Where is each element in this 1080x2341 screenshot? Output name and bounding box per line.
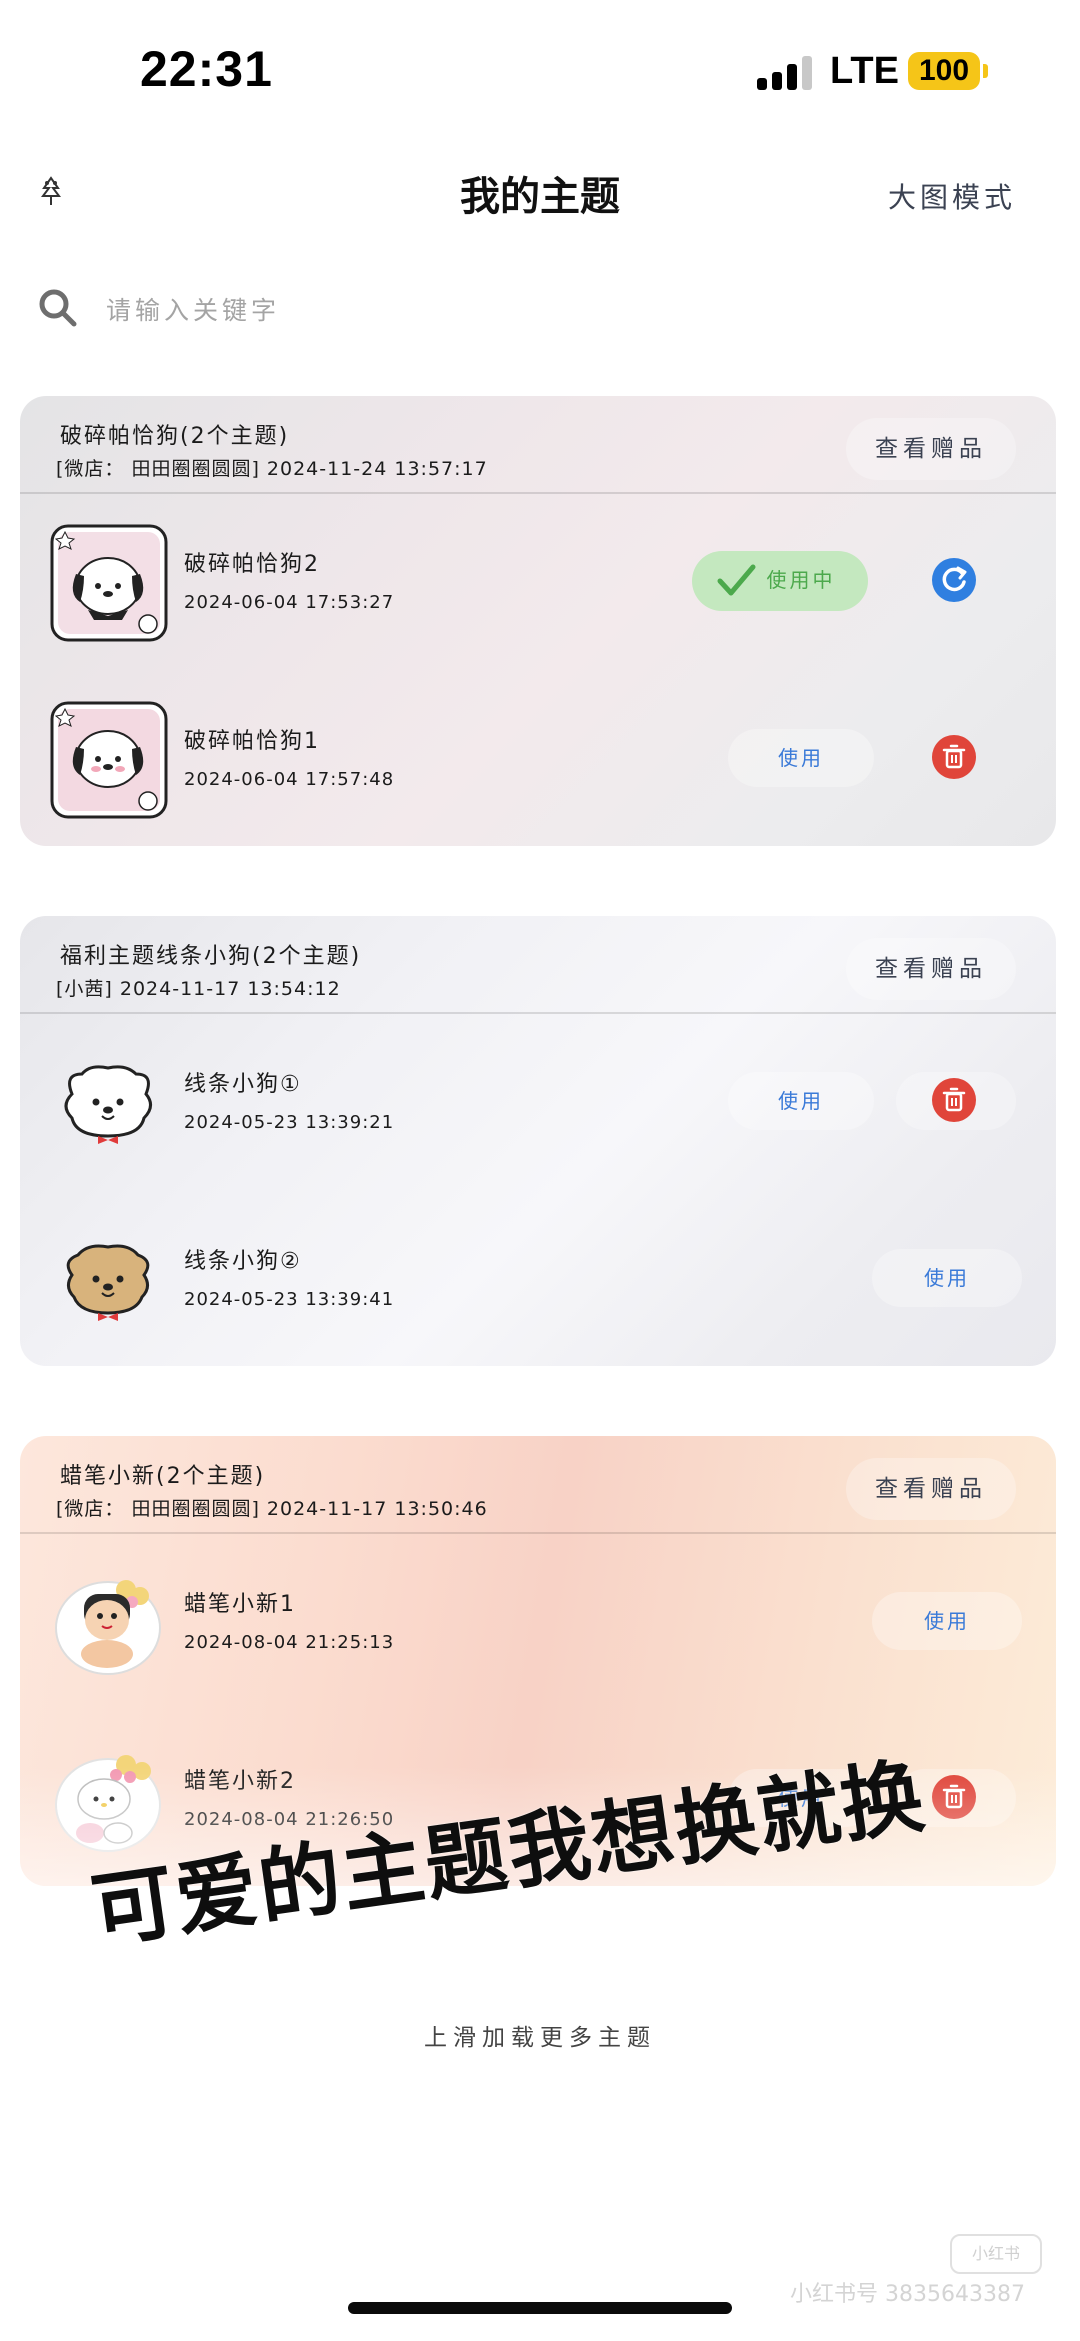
nav-bar: 我的主题 大图模式 xyxy=(0,140,1080,250)
check-icon xyxy=(716,561,756,601)
search-input[interactable] xyxy=(106,288,706,332)
use-button[interactable]: 使用 xyxy=(872,1592,1022,1650)
theme-date: 2024-05-23 13:39:21 xyxy=(184,1112,395,1133)
theme-title: 线条小狗② xyxy=(184,1249,302,1274)
search-bar xyxy=(36,280,1044,340)
trash-icon[interactable] xyxy=(932,1078,976,1122)
status-bar: 22:31 LTE 100 xyxy=(0,0,1080,140)
in-use-label: 使用中 xyxy=(766,568,836,592)
large-image-mode-button[interactable]: 大图模式 xyxy=(888,176,1016,216)
status-time: 22:31 xyxy=(140,41,273,97)
group-name: 破碎帕恰狗(2个主题) xyxy=(60,424,290,449)
theme-title: 破碎帕恰狗2 xyxy=(184,552,320,577)
theme-date: 2024-06-04 17:53:27 xyxy=(184,592,395,613)
group-meta: [微店： 田田圈圈圆圆] 2024-11-17 13:50:46 xyxy=(56,1498,488,1520)
in-use-button[interactable]: 使用中 xyxy=(692,551,868,611)
theme-date: 2024-06-04 17:57:48 xyxy=(184,769,395,790)
group-header: 蜡笔小新(2个主题) [微店： 田田圈圈圆圆] 2024-11-17 13:50… xyxy=(20,1436,1056,1534)
signal-icon xyxy=(757,56,813,90)
trash-icon[interactable] xyxy=(932,735,976,779)
theme-row: 蜡笔小新1 2024-08-04 21:25:13 使用 xyxy=(20,1534,1056,1709)
theme-row: 破碎帕恰狗1 2024-06-04 17:57:48 使用 xyxy=(20,671,1056,846)
use-button[interactable]: 使用 xyxy=(872,1249,1022,1307)
home-indicator[interactable] xyxy=(348,2302,732,2314)
group-meta: [小茜] 2024-11-17 13:54:12 xyxy=(56,978,341,1000)
theme-title: 蜡笔小新2 xyxy=(184,1769,296,1794)
theme-row: 线条小狗① 2024-05-23 13:39:21 使用 xyxy=(20,1014,1056,1189)
theme-thumbnail[interactable] xyxy=(50,1564,168,1682)
watermark-logo: 小红书 xyxy=(950,2234,1042,2274)
theme-thumbnail[interactable] xyxy=(50,1044,168,1162)
theme-thumbnail[interactable] xyxy=(50,524,168,642)
group-header: 破碎帕恰狗(2个主题) [微店： 田田圈圈圆圆] 2024-11-24 13:5… xyxy=(20,396,1056,494)
theme-title: 线条小狗① xyxy=(184,1072,302,1097)
group-name: 蜡笔小新(2个主题) xyxy=(60,1464,266,1489)
watermark-text: 小红书号 3835643387 xyxy=(790,2282,1025,2307)
view-gifts-button[interactable]: 查看赠品 xyxy=(846,1458,1016,1520)
group-name: 福利主题线条小狗(2个主题) xyxy=(60,944,362,969)
group-meta: [微店： 田田圈圈圆圆] 2024-11-24 13:57:17 xyxy=(56,458,488,480)
use-button[interactable]: 使用 xyxy=(728,1072,874,1130)
view-gifts-button[interactable]: 查看赠品 xyxy=(846,418,1016,480)
load-more-hint: 上滑加载更多主题 xyxy=(424,2025,656,2051)
theme-thumbnail[interactable] xyxy=(50,1221,168,1339)
theme-title: 蜡笔小新1 xyxy=(184,1592,296,1617)
theme-date: 2024-05-23 13:39:41 xyxy=(184,1289,395,1310)
theme-group: 福利主题线条小狗(2个主题) [小茜] 2024-11-17 13:54:12 … xyxy=(20,916,1056,1366)
theme-group: 破碎帕恰狗(2个主题) [微店： 田田圈圈圆圆] 2024-11-24 13:5… xyxy=(20,396,1056,846)
group-header: 福利主题线条小狗(2个主题) [小茜] 2024-11-17 13:54:12 … xyxy=(20,916,1056,1014)
battery-icon: 100 xyxy=(908,52,980,90)
carrier-label: LTE xyxy=(830,50,899,92)
theme-row: 破碎帕恰狗2 2024-06-04 17:53:27 使用中 xyxy=(20,494,1056,669)
view-gifts-button[interactable]: 查看赠品 xyxy=(846,938,1016,1000)
theme-date: 2024-08-04 21:25:13 xyxy=(184,1632,395,1653)
use-button[interactable]: 使用 xyxy=(728,729,874,787)
refresh-icon[interactable] xyxy=(932,558,976,602)
search-icon[interactable] xyxy=(36,286,80,330)
theme-thumbnail[interactable] xyxy=(50,701,168,819)
theme-row: 线条小狗② 2024-05-23 13:39:41 使用 xyxy=(20,1191,1056,1366)
battery-tip xyxy=(983,64,988,78)
theme-title: 破碎帕恰狗1 xyxy=(184,729,320,754)
